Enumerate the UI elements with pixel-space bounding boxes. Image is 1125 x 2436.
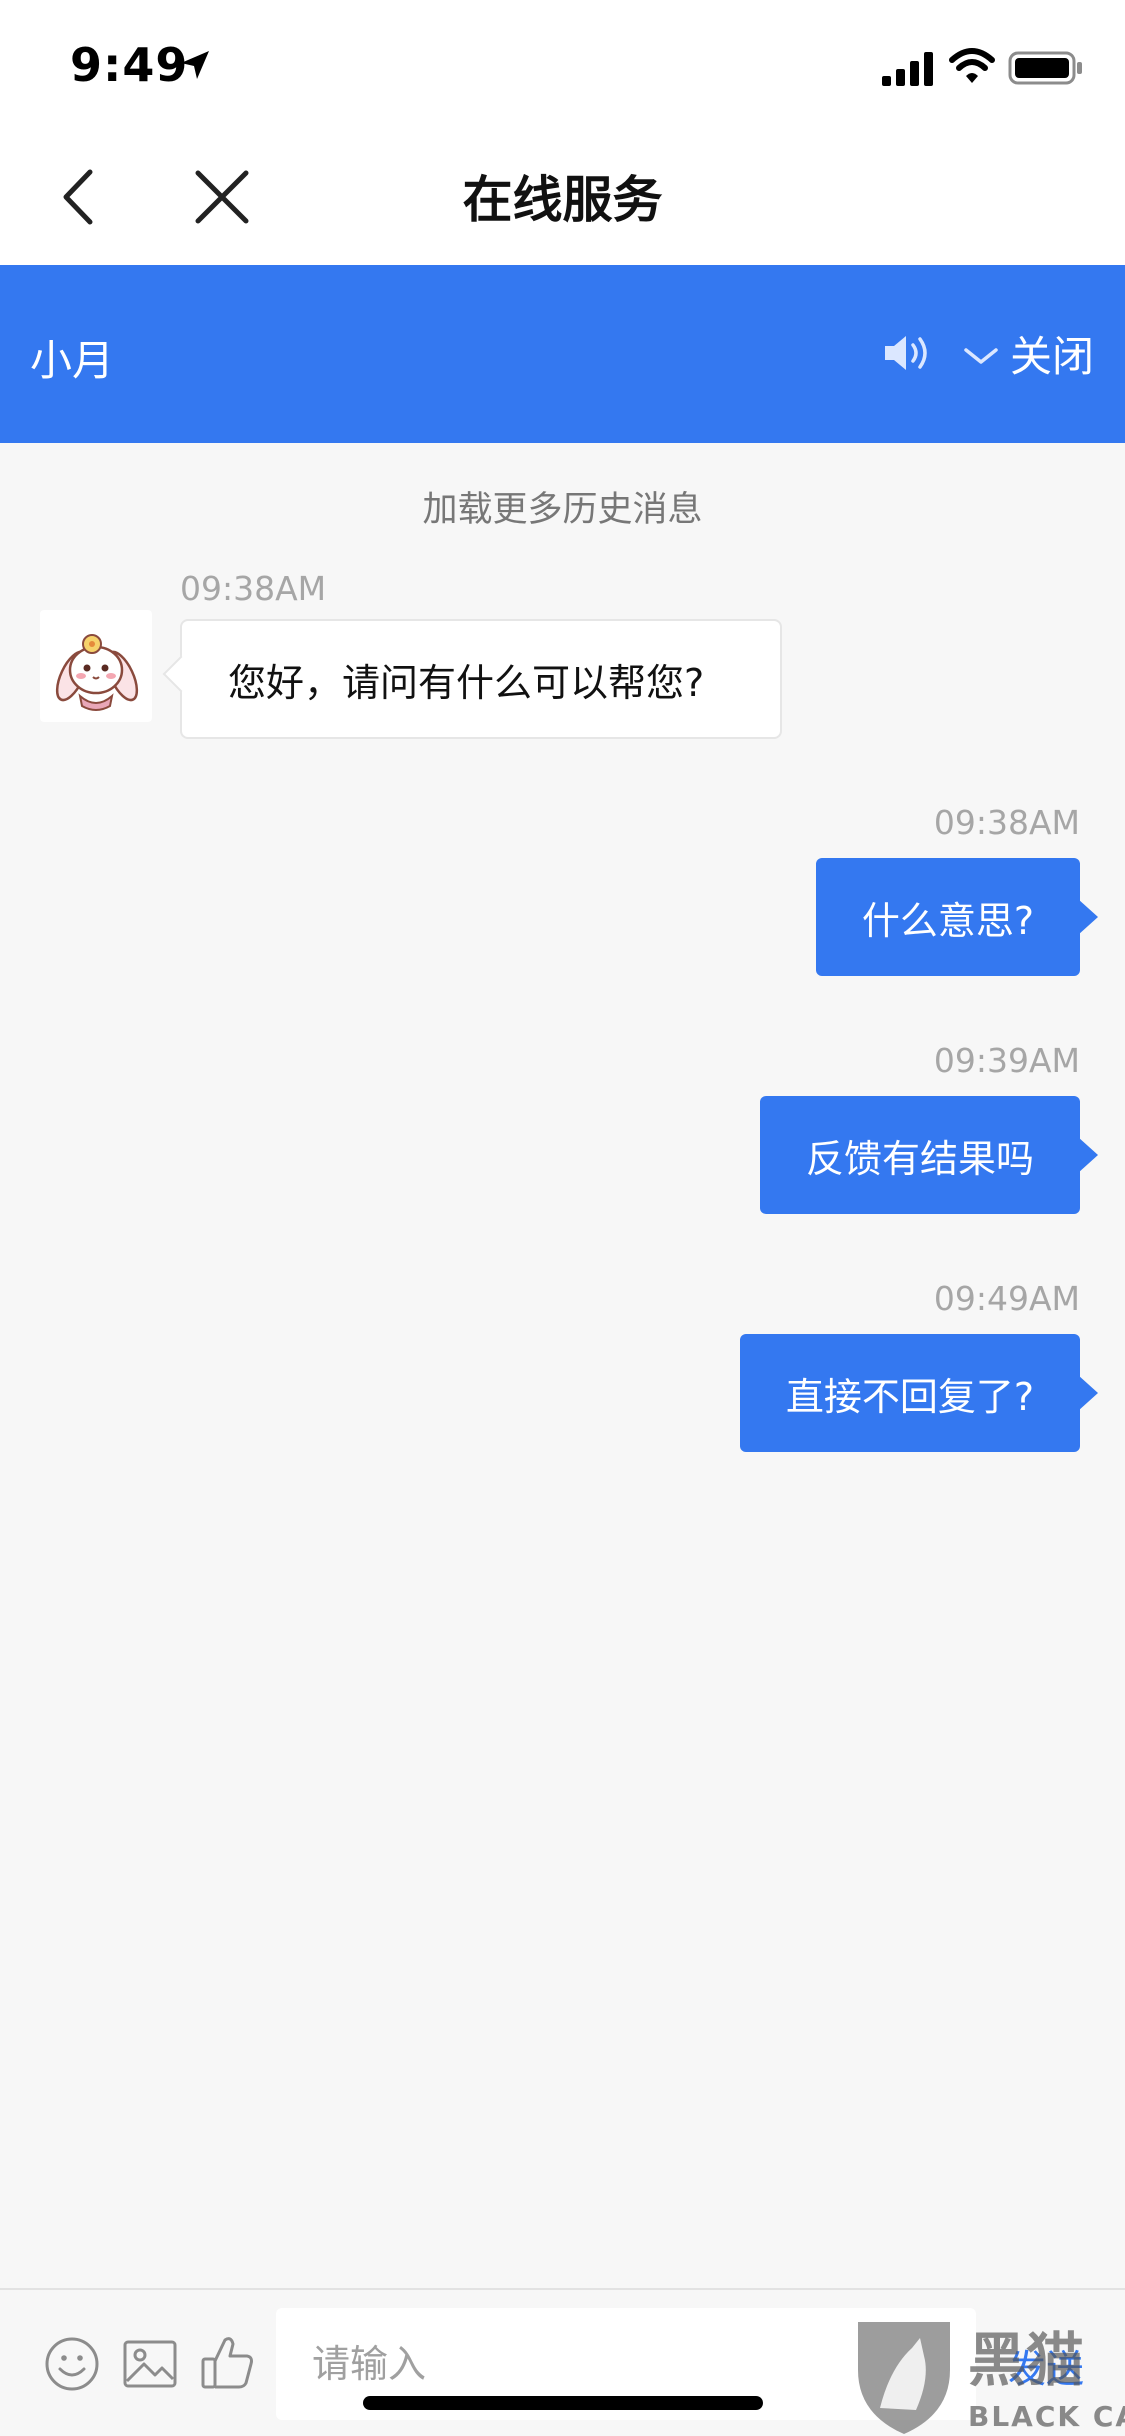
status-time: 9:49 [70,38,189,92]
message-timestamp: 09:49AM [933,1279,1080,1318]
message-timestamp: 09:38AM [180,569,327,608]
agent-header: 小月 关闭 [0,265,1125,443]
user-message-bubble: 什么意思? [815,858,1099,976]
black-cat-watermark-logo: 黑猫 BLACK CAT [858,2322,1125,2434]
agent-avatar [40,610,152,722]
status-bar: 9:49 [0,0,1125,130]
bunny-avatar-icon [55,634,139,711]
message-timestamp: 09:39AM [933,1041,1080,1080]
wifi-icon [949,48,995,83]
agent-message-bubble: 您好，请问有什么可以帮您? [180,619,782,739]
battery-icon [1008,51,1082,85]
svg-text:BLACK CAT: BLACK CAT [968,2400,1125,2433]
emoji-button[interactable] [44,2336,100,2392]
home-indicator [363,2396,763,2410]
message-timestamp: 09:38AM [933,803,1080,842]
collapse-label: 关闭 [1010,331,1095,381]
user-message-bubble: 反馈有结果吗 [759,1096,1099,1214]
chat-area[interactable]: 加载更多历史消息 09:38AM 您好，请问有什么可以帮您? 09:38AM 什… [0,443,1125,2288]
image-icon [123,2340,177,2388]
nav-bar: 在线服务 [0,130,1125,265]
signal-icon [882,52,933,86]
emoji-icon [45,2337,99,2391]
chevron-down-icon [964,348,998,364]
speaker-button[interactable] [882,331,932,375]
speaker-icon [885,336,927,370]
user-message-bubble: 直接不回复了? [739,1334,1099,1452]
agent-name: 小月 [30,336,115,385]
location-arrow-icon [181,51,209,79]
thumbs-up-icon [201,2337,253,2389]
svg-text:黑猫: 黑猫 [968,2326,1084,2394]
page-title: 在线服务 [462,171,663,229]
collapse-button[interactable]: 关闭 [962,323,1094,383]
load-more-history-link[interactable]: 加载更多历史消息 [0,481,1125,532]
image-button[interactable] [122,2336,178,2392]
like-button[interactable] [200,2332,256,2392]
